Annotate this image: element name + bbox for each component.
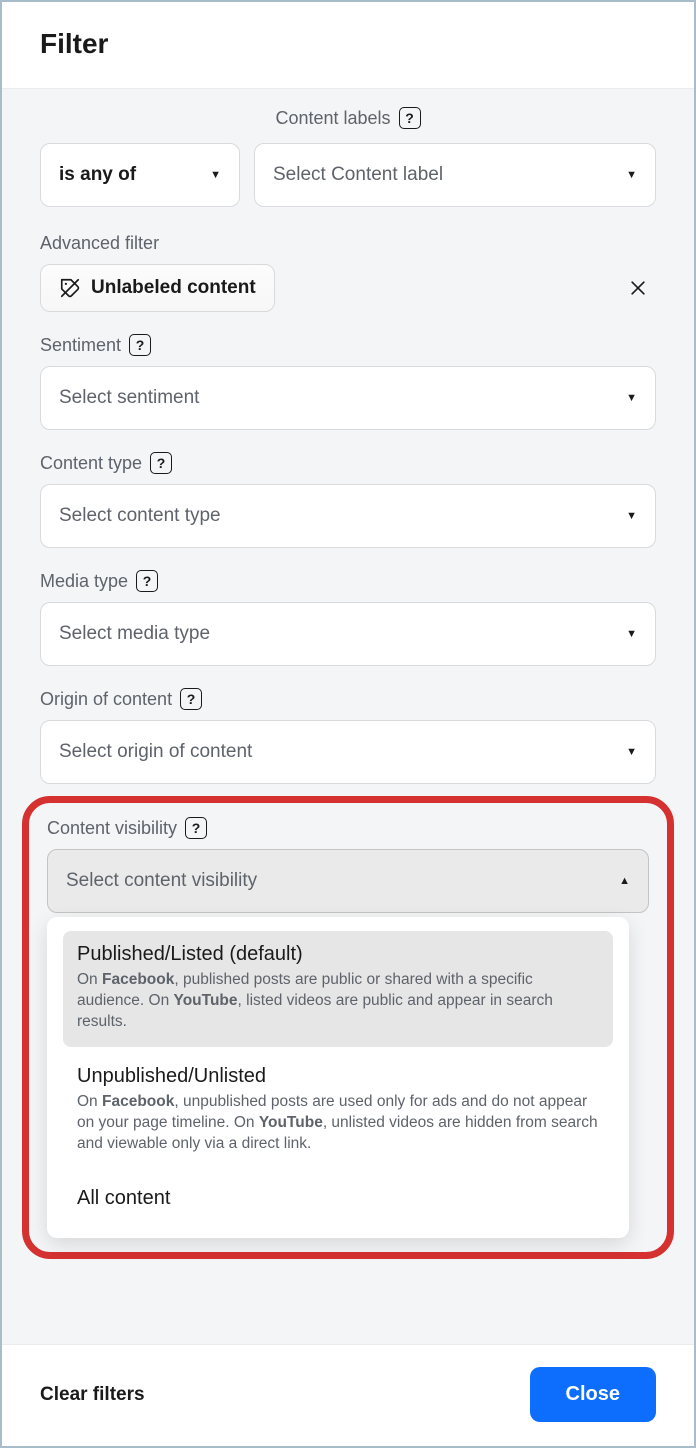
caret-down-icon: ▼ bbox=[626, 392, 637, 404]
visibility-placeholder: Select content visibility bbox=[66, 870, 257, 892]
content-labels-operator-select[interactable]: is any of ▼ bbox=[40, 143, 240, 207]
content-type-label-row: Content type ? bbox=[40, 452, 656, 474]
caret-down-icon: ▼ bbox=[210, 169, 221, 181]
visibility-label-row: Content visibility ? bbox=[39, 817, 657, 839]
media-type-label-row: Media type ? bbox=[40, 570, 656, 592]
content-labels-label: Content labels bbox=[275, 108, 390, 129]
option-desc: On Facebook, published posts are public … bbox=[77, 970, 599, 1033]
media-type-placeholder: Select media type bbox=[59, 623, 210, 645]
option-title: All content bbox=[77, 1187, 599, 1210]
visibility-option-unpublished[interactable]: Unpublished/Unlisted On Facebook, unpubl… bbox=[63, 1053, 613, 1169]
content-visibility-region: Content visibility ? Select content visi… bbox=[22, 796, 674, 1259]
sentiment-label: Sentiment bbox=[40, 335, 121, 356]
option-title: Unpublished/Unlisted bbox=[77, 1065, 599, 1088]
content-labels-select[interactable]: Select Content label ▼ bbox=[254, 143, 656, 207]
chip-label: Unlabeled content bbox=[91, 277, 256, 299]
content-labels-row: is any of ▼ Select Content label ▼ bbox=[40, 143, 656, 207]
advanced-filter-label: Advanced filter bbox=[40, 233, 159, 254]
content-type-label: Content type bbox=[40, 453, 142, 474]
clear-filters-button[interactable]: Clear filters bbox=[40, 1384, 145, 1406]
content-labels-label-row: Content labels ? bbox=[40, 107, 656, 129]
sentiment-placeholder: Select sentiment bbox=[59, 387, 199, 409]
advanced-filter-chip-row: Unlabeled content bbox=[40, 264, 656, 312]
content-labels-placeholder: Select Content label bbox=[273, 164, 443, 186]
help-icon[interactable]: ? bbox=[136, 570, 158, 592]
help-icon[interactable]: ? bbox=[150, 452, 172, 474]
help-icon[interactable]: ? bbox=[399, 107, 421, 129]
help-icon[interactable]: ? bbox=[129, 334, 151, 356]
filter-header: Filter bbox=[2, 2, 694, 89]
visibility-label: Content visibility bbox=[47, 818, 177, 839]
option-title: Published/Listed (default) bbox=[77, 943, 599, 966]
media-type-select[interactable]: Select media type ▼ bbox=[40, 602, 656, 666]
remove-chip-button[interactable] bbox=[620, 274, 656, 302]
visibility-option-all[interactable]: All content bbox=[63, 1175, 613, 1222]
caret-down-icon: ▼ bbox=[626, 628, 637, 640]
caret-up-icon: ▲ bbox=[619, 875, 630, 887]
advanced-filter-label-row: Advanced filter bbox=[40, 233, 656, 254]
operator-value: is any of bbox=[59, 164, 136, 186]
media-type-label: Media type bbox=[40, 571, 128, 592]
sentiment-label-row: Sentiment ? bbox=[40, 334, 656, 356]
sentiment-select[interactable]: Select sentiment ▼ bbox=[40, 366, 656, 430]
help-icon[interactable]: ? bbox=[185, 817, 207, 839]
visibility-option-published[interactable]: Published/Listed (default) On Facebook, … bbox=[63, 931, 613, 1047]
visibility-dropdown: Published/Listed (default) On Facebook, … bbox=[47, 917, 629, 1238]
content-type-select[interactable]: Select content type ▼ bbox=[40, 484, 656, 548]
tag-off-icon bbox=[59, 277, 81, 299]
origin-select[interactable]: Select origin of content ▼ bbox=[40, 720, 656, 784]
close-button[interactable]: Close bbox=[530, 1367, 656, 1422]
caret-down-icon: ▼ bbox=[626, 510, 637, 522]
origin-label: Origin of content bbox=[40, 689, 172, 710]
visibility-select[interactable]: Select content visibility ▲ bbox=[47, 849, 649, 913]
caret-down-icon: ▼ bbox=[626, 169, 637, 181]
caret-down-icon: ▼ bbox=[626, 746, 637, 758]
content-type-placeholder: Select content type bbox=[59, 505, 221, 527]
option-desc: On Facebook, unpublished posts are used … bbox=[77, 1092, 599, 1155]
filter-body: Content labels ? is any of ▼ Select Cont… bbox=[2, 89, 694, 1344]
origin-label-row: Origin of content ? bbox=[40, 688, 656, 710]
filter-footer: Clear filters Close bbox=[2, 1344, 694, 1446]
origin-placeholder: Select origin of content bbox=[59, 741, 252, 763]
help-icon[interactable]: ? bbox=[180, 688, 202, 710]
page-title: Filter bbox=[40, 28, 656, 60]
unlabeled-content-chip[interactable]: Unlabeled content bbox=[40, 264, 275, 312]
